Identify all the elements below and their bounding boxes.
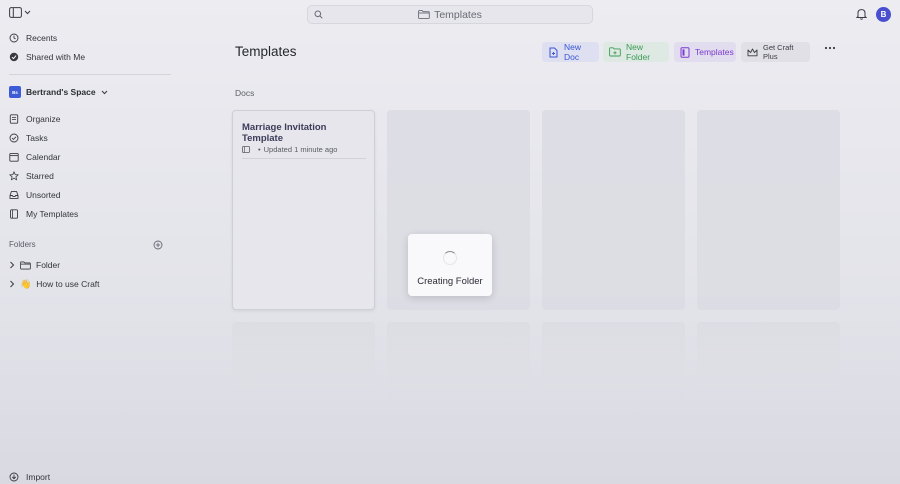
sidebar-item-recents[interactable]: Recents <box>9 30 57 46</box>
loading-card-placeholder <box>232 322 375 412</box>
new-folder-label: New Folder <box>626 42 651 62</box>
folder-tree-label: How to use Craft <box>36 279 100 289</box>
search-bar-label: Templates <box>434 8 482 21</box>
bell-icon[interactable] <box>856 8 867 20</box>
template-icon <box>680 46 690 58</box>
folder-tree-item-folder[interactable]: Folder <box>9 258 60 272</box>
sidebar-item-label: Calendar <box>26 152 61 162</box>
creating-folder-dialog: Creating Folder <box>408 234 492 296</box>
new-doc-label: New Doc <box>564 42 582 62</box>
loading-spinner-icon <box>443 251 457 265</box>
card-updated: Updated 1 minute ago <box>263 145 338 154</box>
space-name: Bertrand's Space <box>26 87 96 97</box>
loading-card-placeholder <box>387 322 530 412</box>
loading-card-placeholder <box>542 110 685 310</box>
avatar[interactable]: B <box>876 7 891 22</box>
shared-icon <box>9 52 19 62</box>
new-folder-icon <box>609 47 621 57</box>
folder-icon <box>418 10 430 19</box>
chevron-right-icon[interactable] <box>9 280 15 288</box>
crown-icon <box>747 48 758 57</box>
card-meta: • Updated 1 minute ago <box>242 145 337 154</box>
sidebar-item-my-templates[interactable]: My Templates <box>9 206 78 222</box>
templates-label: Templates <box>695 47 734 57</box>
folder-icon <box>20 261 31 270</box>
sidebar-item-label: Recents <box>26 33 58 43</box>
templates-button[interactable]: Templates <box>674 42 736 62</box>
page-title: Templates <box>235 44 297 59</box>
sidebar-item-starred[interactable]: Starred <box>9 168 54 184</box>
new-folder-button[interactable]: New Folder <box>603 42 669 62</box>
section-label-docs: Docs <box>235 88 255 98</box>
sidebar-toggle-button[interactable] <box>9 7 31 18</box>
organize-icon <box>9 114 19 124</box>
calendar-icon <box>9 152 19 162</box>
folder-tree-label: Folder <box>36 260 61 270</box>
space-badge: Bs <box>9 86 21 98</box>
sidebar-divider <box>9 74 171 75</box>
sidebar-item-label: Starred <box>26 171 54 181</box>
import-label: Import <box>26 472 51 482</box>
dialog-message: Creating Folder <box>417 276 483 287</box>
sidebar: Recents Shared with Me Bs Bertrand's Spa… <box>0 28 175 484</box>
wave-hand-icon: 👋 <box>20 278 32 289</box>
loading-card-placeholder <box>542 322 685 412</box>
sidebar-item-organize[interactable]: Organize <box>9 111 61 127</box>
folder-tree-item-how-to[interactable]: 👋 How to use Craft <box>9 277 100 291</box>
search-icon <box>314 10 323 19</box>
template-icon <box>9 209 19 219</box>
tray-icon <box>9 190 19 200</box>
new-doc-icon <box>548 47 559 58</box>
sidebar-item-label: My Templates <box>26 209 79 219</box>
sidebar-item-label: Tasks <box>26 133 48 143</box>
chevron-right-icon[interactable] <box>9 261 15 269</box>
get-craft-plus-label: Get Craft Plus <box>763 43 794 61</box>
new-doc-button[interactable]: New Doc <box>542 42 599 62</box>
loading-card-placeholder <box>697 110 840 310</box>
chevron-down-icon <box>101 90 108 95</box>
sidebar-item-label: Unsorted <box>26 190 61 200</box>
sidebar-item-label: Organize <box>26 114 61 124</box>
sidebar-item-shared[interactable]: Shared with Me <box>9 49 85 65</box>
star-icon <box>9 171 19 181</box>
sidebar-item-unsorted[interactable]: Unsorted <box>9 187 61 203</box>
get-craft-plus-button[interactable]: Get Craft Plus <box>741 42 810 62</box>
top-bar: Templates B <box>0 0 900 28</box>
sidebar-item-label: Shared with Me <box>26 52 86 62</box>
sidebar-item-calendar[interactable]: Calendar <box>9 149 61 165</box>
sidebar-item-tasks[interactable]: Tasks <box>9 130 48 146</box>
chevron-down-icon <box>24 10 31 15</box>
check-circle-icon <box>9 133 19 143</box>
loading-card-placeholder <box>697 322 840 412</box>
meta-bullet: • <box>258 145 261 154</box>
folders-heading: Folders <box>9 240 36 249</box>
add-folder-icon[interactable] <box>153 240 163 250</box>
clock-icon <box>9 33 19 43</box>
template-card[interactable]: Marriage Invitation Template • Updated 1… <box>232 110 375 310</box>
more-options-icon[interactable] <box>824 46 836 50</box>
space-switcher[interactable]: Bs Bertrand's Space <box>9 86 108 98</box>
card-title: Marriage Invitation Template <box>242 122 327 144</box>
import-icon <box>9 472 19 482</box>
import-button[interactable]: Import <box>9 472 50 482</box>
card-divider <box>242 158 366 159</box>
sidebar-icon <box>9 7 22 18</box>
doc-icon <box>242 146 250 153</box>
search-bar[interactable]: Templates <box>307 5 593 24</box>
